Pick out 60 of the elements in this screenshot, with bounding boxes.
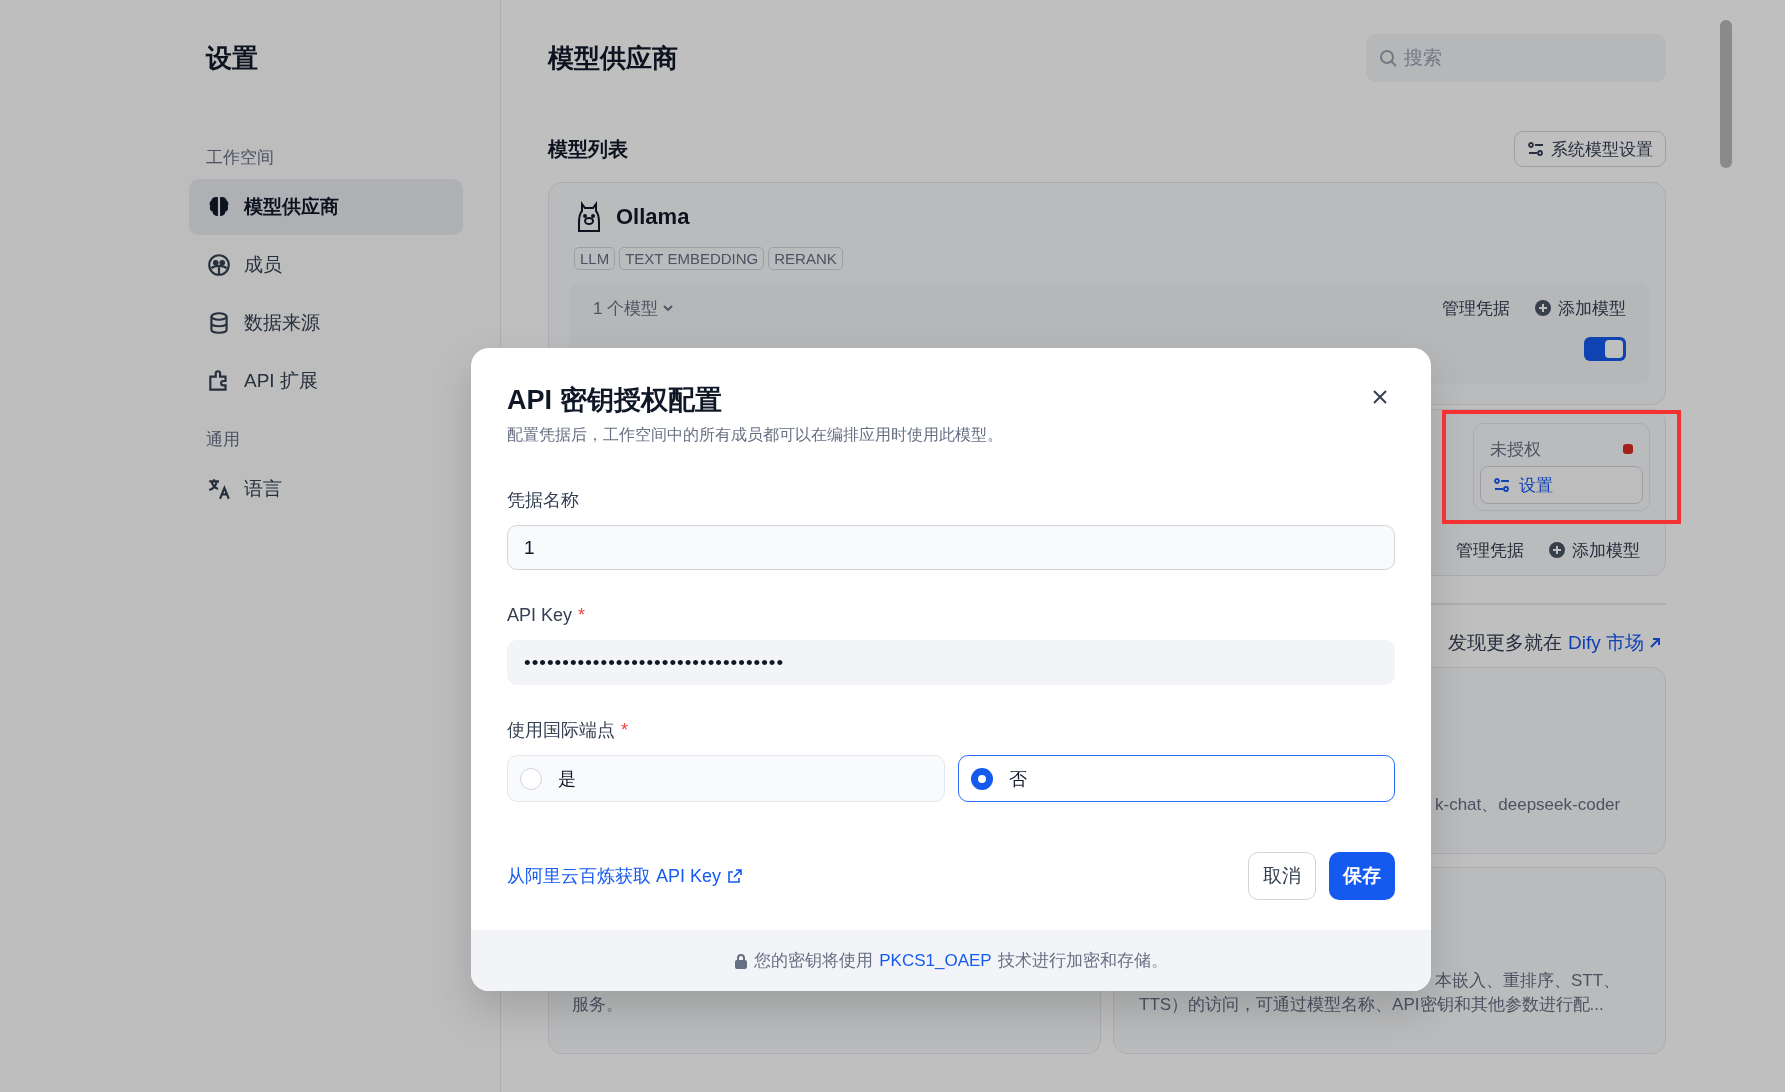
sidebar-item[interactable]: 语言 [189, 461, 463, 517]
field-label: 使用国际端点 [507, 720, 615, 740]
api-key-field[interactable]: •••••••••••••••••••••••••••••••••• [507, 640, 1395, 685]
provider-name: Ollama [616, 204, 690, 230]
sidebar-item[interactable]: API 扩展 [189, 353, 463, 409]
help-link[interactable]: 从阿里云百炼获取 API Key [507, 864, 744, 888]
capability-tag: LLM [574, 247, 616, 270]
dialog-subtitle: 配置凭据后，工作空间中的所有成员都可以在编排应用时使用此模型。 [507, 425, 1004, 445]
marketplace-text: 发现更多就在 [1448, 631, 1562, 655]
add-model-button[interactable]: 添加模型 [1534, 296, 1626, 320]
required-mark: * [578, 605, 586, 625]
model-count-toggle[interactable]: 1 个模型 [593, 296, 675, 320]
manage-credentials-button[interactable]: 管理凭据 [1442, 296, 1510, 320]
arrow-up-right-icon [1648, 636, 1662, 650]
credential-name-field[interactable]: 1 [507, 525, 1395, 570]
people-icon [206, 252, 232, 278]
sliders-icon [1527, 140, 1545, 158]
card-description: k-chat、deepseek-coder [1435, 794, 1622, 816]
footer-text: 您的密钥将使用 [754, 950, 874, 972]
add-model-button[interactable]: 添加模型 [1548, 538, 1640, 562]
settings-title: 设置 [204, 42, 259, 75]
search-field[interactable]: 搜索 [1366, 34, 1666, 82]
footer-link[interactable]: PKCS1_OAEP [879, 950, 992, 971]
radio-option[interactable]: 否 [957, 755, 1395, 802]
radio-option[interactable]: 是 [507, 755, 945, 802]
dialog-title: API 密钥授权配置 [507, 384, 722, 417]
field-label: 凭据名称 [507, 490, 579, 510]
external-link-icon [727, 868, 744, 884]
card-description: TTS）的访问，可通过模型名称、API密钥和其他参数进行配... [1139, 994, 1605, 1016]
footer-text: 技术进行加密和存储。 [997, 950, 1168, 972]
cancel-button[interactable]: 取消 [1248, 852, 1316, 900]
save-button[interactable]: 保存 [1329, 852, 1395, 900]
close-icon [1373, 390, 1387, 404]
card-description: 服务。 [572, 994, 624, 1016]
scrollbar-thumb[interactable] [1720, 20, 1732, 168]
setup-button[interactable]: 设置 [1480, 466, 1643, 504]
lock-icon [734, 952, 749, 969]
section-label: 通用 [205, 429, 241, 451]
capability-tag: RERANK [768, 247, 843, 270]
sliders-icon [1493, 476, 1511, 494]
sidebar-item[interactable]: 成员 [189, 237, 463, 293]
manage-credentials-button[interactable]: 管理凭据 [1456, 538, 1524, 562]
section-title: 模型列表 [548, 136, 628, 162]
system-model-settings-button[interactable]: 系统模型设置 [1514, 131, 1666, 167]
field-label: API Key [507, 605, 573, 625]
plus-circle-icon [1534, 299, 1552, 317]
sidebar-item[interactable]: 模型供应商 [189, 179, 463, 235]
plus-circle-icon [1548, 541, 1566, 559]
model-switch[interactable] [1584, 337, 1626, 361]
sidebar-item[interactable]: 数据来源 [189, 295, 463, 351]
capability-tag: TEXT EMBEDDING [619, 247, 765, 270]
required-mark: * [621, 720, 628, 740]
section-label: 工作空间 [205, 147, 275, 169]
marketplace-link[interactable]: Dify 市场 [1568, 630, 1662, 656]
card-description: 本嵌入、重排序、STT、 [1435, 970, 1622, 992]
chevron-down-icon [662, 302, 675, 314]
page-title: 模型供应商 [548, 41, 678, 75]
translate-icon [206, 476, 232, 502]
search-icon [1378, 48, 1398, 68]
auth-status: 未授权 [1490, 438, 1541, 461]
